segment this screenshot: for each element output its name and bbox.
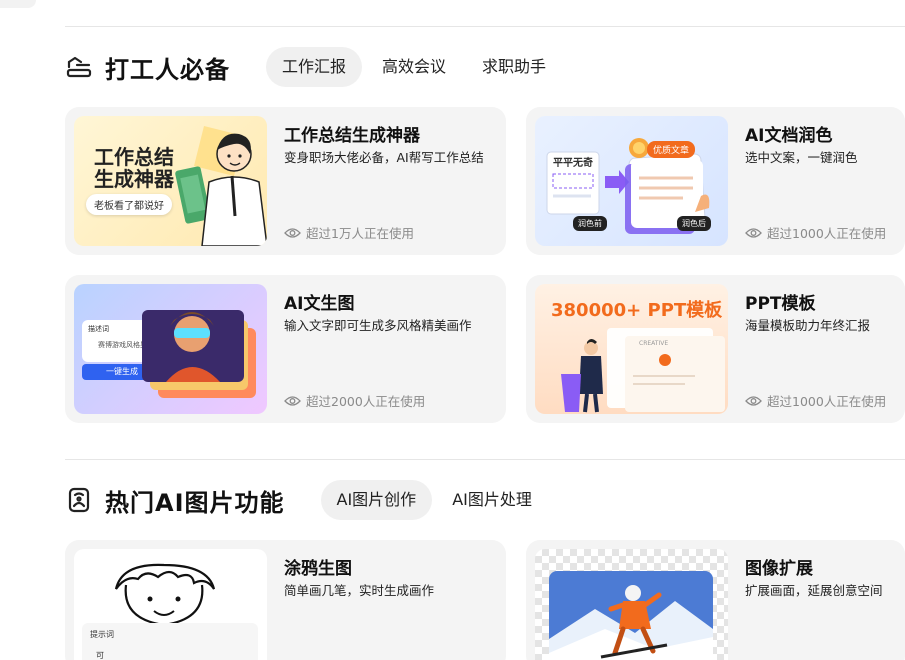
ppt-thumbnail: 380000+ PPT模板 CREATIVE — [535, 284, 728, 414]
image-ai-icon — [65, 486, 93, 514]
card-usage: 超过1000人正在使用 — [745, 223, 886, 242]
card-title: PPT模板 — [745, 294, 816, 314]
usage-text: 超过2000人正在使用 — [306, 394, 426, 409]
thumb-prompt-panel: 提示词 可 — [82, 623, 258, 660]
tab-work-report[interactable]: 工作汇报 — [266, 47, 363, 87]
card-description: 变身职场大佬必备，AI帮写工作总结 — [284, 150, 484, 165]
eye-icon — [284, 395, 301, 406]
card-usage: 超过1万人正在使用 — [284, 223, 414, 242]
card-description: 简单画几笔，实时生成画作 — [284, 583, 435, 598]
thumb-slide-text: CREATIVE — [639, 340, 669, 347]
card-title: AI文生图 — [284, 294, 355, 314]
card-description: 输入文字即可生成多风格精美画作 — [284, 318, 472, 333]
thumb-left-label: 平平无奇 — [553, 158, 593, 169]
section-divider-top — [65, 26, 905, 27]
tab-bar: AI图片创作 AI图片处理 — [320, 480, 552, 520]
tools-icon — [65, 53, 93, 81]
section-title: 打工人必备 — [105, 55, 230, 84]
card-title: AI文档润色 — [745, 126, 833, 146]
tab-ai-image-processing[interactable]: AI图片处理 — [436, 480, 548, 520]
thumb-after-tag: 润色后 — [677, 216, 711, 231]
top-left-tab-nub — [0, 0, 36, 8]
usage-text: 超过1000人正在使用 — [767, 226, 887, 241]
thumb-before-tag: 润色前 — [573, 216, 607, 231]
section-header-ai-image: 热门AI图片功能 AI图片创作 AI图片处理 — [65, 479, 552, 521]
card-description: 扩展画面，延展创意空间 — [745, 583, 883, 598]
tab-efficient-meeting[interactable]: 高效会议 — [366, 47, 462, 87]
tab-job-assistant[interactable]: 求职助手 — [466, 47, 562, 87]
card-description: 海量模板助力年终汇报 — [745, 318, 871, 333]
card-image-expand[interactable]: 图像扩展 扩展画面，延展创意空间 — [526, 540, 905, 660]
thumb-right-label: 优质文章 — [647, 141, 696, 158]
card-usage: 超过2000人正在使用 — [284, 391, 425, 410]
work-summary-thumbnail: 工作总结 生成神器 老板看了都说好 — [74, 116, 267, 246]
card-title: 工作总结生成神器 — [284, 126, 420, 146]
card-doodle-to-image[interactable]: 提示词 可 涂鸦生图 简单画几笔，实时生成画作 — [65, 540, 506, 660]
text-to-image-thumbnail: 描述词 赛博游戏风格男孩 一键生成 — [74, 284, 267, 414]
thumb-bubble: 老板看了都说好 — [86, 194, 172, 215]
thumb-headline: 工作总结 生成神器 — [94, 145, 174, 191]
card-ppt-templates[interactable]: 380000+ PPT模板 CREATIVE PPT模板 海量模板助力年终汇报 … — [526, 275, 905, 423]
card-title: 图像扩展 — [745, 559, 813, 579]
card-usage: 超过1000人正在使用 — [745, 391, 886, 410]
card-ai-text-to-image[interactable]: 描述词 赛博游戏风格男孩 一键生成 AI文生图 输入文字即可生成多风格精美画作 … — [65, 275, 506, 423]
section-title: 热门AI图片功能 — [105, 488, 285, 517]
tab-bar: 工作汇报 高效会议 求职助手 — [266, 47, 566, 87]
usage-text: 超过1000人正在使用 — [767, 394, 887, 409]
section-header-workers: 打工人必备 工作汇报 高效会议 求职助手 — [65, 46, 566, 88]
tab-ai-image-creation[interactable]: AI图片创作 — [320, 480, 433, 520]
eye-icon — [745, 395, 762, 406]
doodle-thumbnail: 提示词 可 — [74, 549, 267, 660]
card-description: 选中文案，一键润色 — [745, 150, 858, 165]
doc-polish-thumbnail: 平平无奇 优质文章 润色前 润色后 — [535, 116, 728, 246]
section-divider-middle — [65, 459, 905, 460]
card-title: 涂鸦生图 — [284, 559, 352, 579]
card-work-summary[interactable]: 工作总结 生成神器 老板看了都说好 工作总结生成神器 变身职场大佬必备，AI帮写… — [65, 107, 506, 255]
usage-text: 超过1万人正在使用 — [306, 226, 414, 241]
eye-icon — [284, 227, 301, 238]
eye-icon — [745, 227, 762, 238]
card-ai-doc-polish[interactable]: 平平无奇 优质文章 润色前 润色后 AI文档润色 选中文案，一键润色 超过100… — [526, 107, 905, 255]
image-expand-thumbnail — [535, 549, 728, 660]
